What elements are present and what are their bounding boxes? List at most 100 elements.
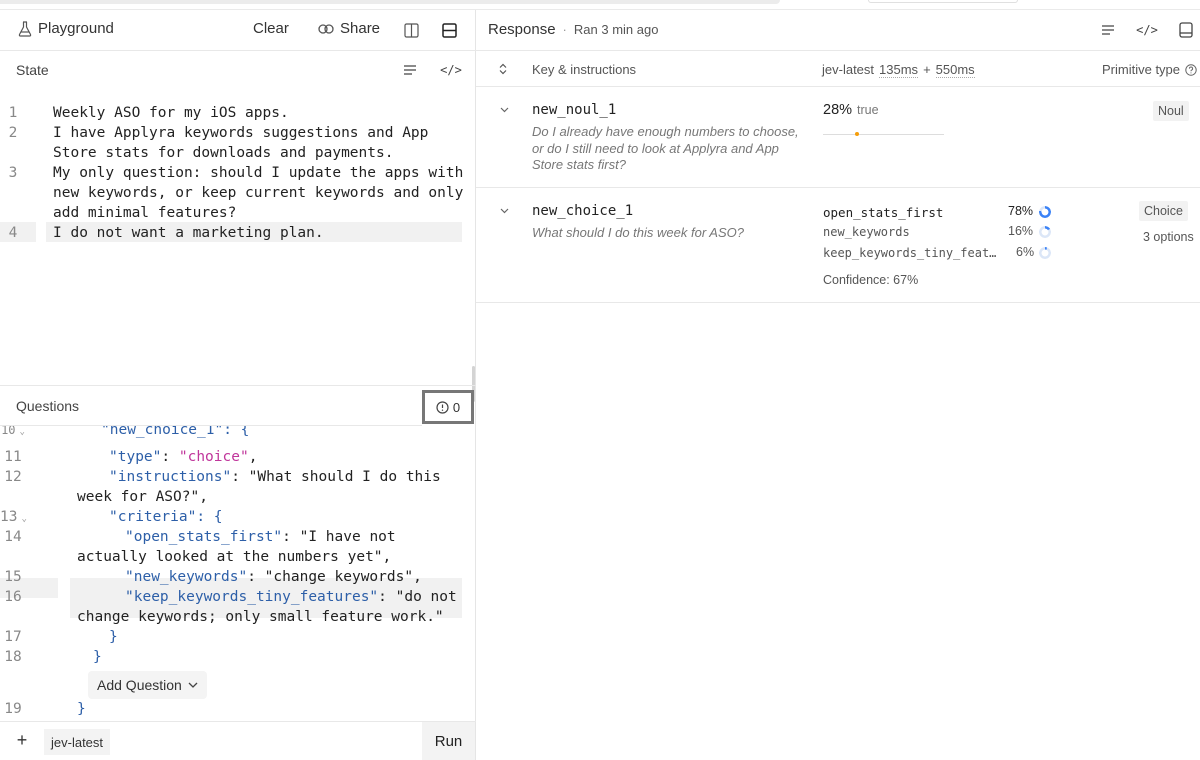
response-panel: Response · Ran 3 min ago </> Key & instr… [476,10,1200,760]
option-ring-icon [1039,226,1051,238]
run-button[interactable]: Run [422,722,475,760]
add-model-button[interactable]: + [14,730,30,751]
code-line: 18} [0,647,476,667]
code-line: week for ASO?", [0,487,476,507]
separator-dot: · [562,22,567,37]
row-key: new_noul_1 [532,102,617,118]
probability-marker [854,132,859,136]
issues-button[interactable]: 0 [422,390,474,424]
share-label: Share [340,20,381,37]
code-line: 13 ⌄ "criteria": { [0,507,476,527]
help-icon[interactable] [1185,63,1197,76]
state-line: 1 Weekly ASO for my iOS apps. [0,103,476,123]
probability-bar [823,132,944,136]
row-divider [476,302,1200,303]
column-type-header: Primitive type [1102,62,1197,77]
code-view-icon[interactable]: </> [1136,22,1158,38]
chevron-down-icon[interactable] [498,205,510,217]
line-number: 17 [4,629,22,645]
line-text: "criteria": { [109,509,223,525]
line-number: 18 [4,649,22,665]
line-number: 2 [8,125,18,141]
confidence-label: Confidence: 67% [823,273,919,287]
code-line: 19} [0,699,476,719]
run-label: Run [434,732,463,750]
chevron-down-icon [188,682,198,688]
state-line: add minimal features? [0,203,476,223]
model-name: jev-latest [822,62,875,77]
rows-layout-icon[interactable] [440,21,458,39]
line-text: week for ASO?", [77,489,208,505]
type-badge: Noul [1153,101,1189,121]
model-chip[interactable]: jev-latest [44,729,111,755]
line-number: 12 [4,469,22,485]
questions-editor[interactable]: 10 ⌄ "new_choice_1": { 11 "type": "choice",… [0,426,476,721]
option-label: keep_keywords_tiny_feat… [823,246,997,260]
playground-title[interactable]: Playground [18,20,114,37]
model-label: jev-latest [51,734,104,750]
ran-time: Ran 3 min ago [573,22,659,37]
value-word: true [857,103,879,117]
plus-icon: + [16,730,28,750]
share-button[interactable]: Share [318,20,380,37]
add-question-button[interactable]: Add Question [88,671,207,699]
format-lines-icon[interactable] [1100,22,1116,38]
line-number: 4 [8,225,18,241]
toolbar: Playground Clear Share [0,10,476,50]
type-sub: 3 options [1143,230,1194,244]
line-text: } [93,649,102,665]
column-header-divider [476,86,1200,87]
columns-layout-icon[interactable] [402,21,420,39]
option-ring-icon [1039,206,1051,218]
format-lines-icon[interactable] [402,62,418,78]
line-text: change keywords; only small feature work… [77,609,444,625]
expand-collapse-all-icon[interactable] [496,61,510,77]
code-line: 12 "instructions": "What should I do this [0,467,476,487]
state-line: 3 My only question: should I update the a… [0,163,476,183]
code-line: 17} [0,627,476,647]
code-line: actually looked at the numbers yet", [0,547,476,567]
code-view-icon[interactable]: </> [440,62,462,78]
line-text: "open_stats_first": "I have not [125,529,396,545]
top-strip [0,0,1200,10]
top-strip-bar [0,0,780,4]
line-number: 1 [8,105,18,121]
line-text: new keywords, or keep current keywords a… [53,185,464,201]
code-line: 11 "type": "choice", [0,447,476,467]
code-line: change keywords; only small feature work… [0,607,476,627]
line-text: "new_choice_1": { [101,426,250,438]
line-text: } [77,701,86,717]
line-number: 11 [4,449,22,465]
link-icon [318,23,334,34]
line-number: 16 [4,589,22,605]
state-header: State [16,50,49,90]
type-badge: Choice [1139,201,1188,221]
state-line: Store stats for downloads and payments. [0,143,476,163]
row-divider [476,187,1200,188]
line-number: 19 [4,701,22,717]
column-key-header: Key & instructions [532,62,637,77]
sidebar-toggle-icon[interactable] [1177,21,1195,39]
row-instructions: What should I do this week for ASO? [532,225,744,240]
option-percent: 16% [1008,224,1034,238]
questions-title: Questions [16,398,80,414]
chevron-down-icon[interactable] [498,104,510,116]
line-text: I have Applyra keywords suggestions and … [53,125,429,141]
line-text: I do not want a marketing plan. [53,225,324,241]
clear-label: Clear [253,20,289,37]
toolbar-divider [0,50,476,51]
questions-header: Questions [16,386,79,426]
playground-label: Playground [38,20,114,37]
state-title: State [16,62,49,78]
line-text: "keep_keywords_tiny_features": "do not [125,589,457,605]
line-number: 13 ⌄ [0,509,27,525]
response-header: Response · Ran 3 min ago [488,21,658,38]
line-text: actually looked at the numbers yet", [77,549,392,565]
line-text: add minimal features? [53,205,237,221]
row-instructions: Do I already have enough numbers to choo… [532,124,799,172]
state-line: 2 I have Applyra keywords suggestions and… [0,123,476,143]
clear-button[interactable]: Clear [253,20,289,37]
line-number: 14 [4,529,22,545]
footer-divider [0,721,476,722]
response-header-divider [476,50,1200,51]
